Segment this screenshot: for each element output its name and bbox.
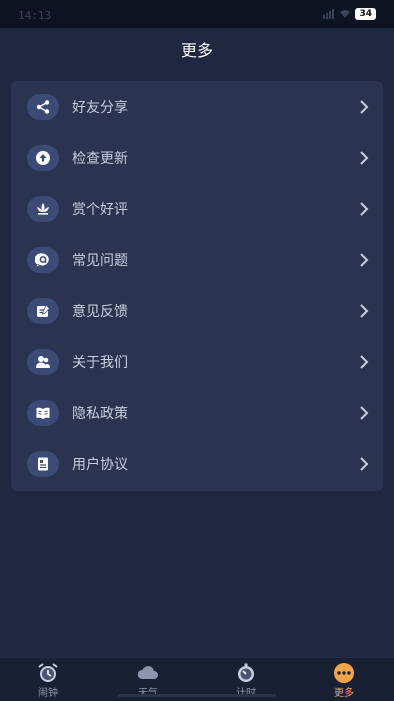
- question-chat-icon: [27, 246, 59, 273]
- chevron-right-icon: [360, 150, 369, 165]
- chevron-right-icon: [360, 99, 369, 114]
- menu-item-feedback[interactable]: 意见反馈: [11, 285, 383, 336]
- menu-card: 好友分享 检查更新 赏个好评 常见问题 意见反馈 关于我们 隐私政策 用户协议: [11, 81, 383, 491]
- share-icon: [27, 93, 59, 120]
- menu-item-faq[interactable]: 常见问题: [11, 234, 383, 285]
- chevron-right-icon: [360, 303, 369, 318]
- tab-more[interactable]: 更多: [304, 658, 384, 701]
- chevron-right-icon: [360, 354, 369, 369]
- chevron-right-icon: [360, 201, 369, 216]
- tab-alarm[interactable]: 闹钟: [8, 658, 88, 701]
- chevron-right-icon: [360, 252, 369, 267]
- book-icon: [27, 399, 59, 426]
- tab-label: 闹钟: [38, 688, 58, 699]
- chevron-right-icon: [360, 456, 369, 471]
- menu-item-label: 意见反馈: [72, 303, 128, 320]
- more-icon: [332, 662, 356, 684]
- status-icons: 34: [323, 8, 376, 20]
- menu-item-rate[interactable]: 赏个好评: [11, 183, 383, 234]
- battery-indicator: 34: [355, 8, 376, 20]
- status-bar: 14:13 34: [0, 0, 394, 28]
- home-indicator: [118, 694, 276, 697]
- status-time: 14:13: [18, 9, 52, 22]
- menu-item-user-agreement[interactable]: 用户协议: [11, 438, 383, 489]
- people-icon: [27, 348, 59, 375]
- document-icon: [27, 450, 59, 477]
- menu-item-label: 检查更新: [72, 150, 128, 167]
- menu-item-label: 常见问题: [72, 252, 128, 269]
- signal-icon: [323, 9, 335, 19]
- menu-item-label: 关于我们: [72, 354, 128, 371]
- chevron-right-icon: [360, 405, 369, 420]
- stopwatch-icon: [234, 662, 258, 684]
- tab-label: 更多: [334, 688, 354, 699]
- page-title: 更多: [180, 41, 213, 60]
- menu-item-label: 好友分享: [72, 99, 128, 116]
- menu-item-about-us[interactable]: 关于我们: [11, 336, 383, 387]
- menu-item-privacy-policy[interactable]: 隐私政策: [11, 387, 383, 438]
- feedback-icon: [27, 297, 59, 324]
- menu-item-label: 隐私政策: [72, 405, 128, 422]
- lotus-icon: [27, 195, 59, 222]
- upload-icon: [27, 144, 59, 171]
- menu-item-check-update[interactable]: 检查更新: [11, 132, 383, 183]
- menu-item-label: 用户协议: [72, 456, 128, 473]
- menu-item-label: 赏个好评: [72, 201, 128, 218]
- wifi-icon: [340, 10, 351, 18]
- cloud-icon: [136, 662, 160, 684]
- alarm-clock-icon: [36, 662, 60, 684]
- menu-item-share[interactable]: 好友分享: [11, 81, 383, 132]
